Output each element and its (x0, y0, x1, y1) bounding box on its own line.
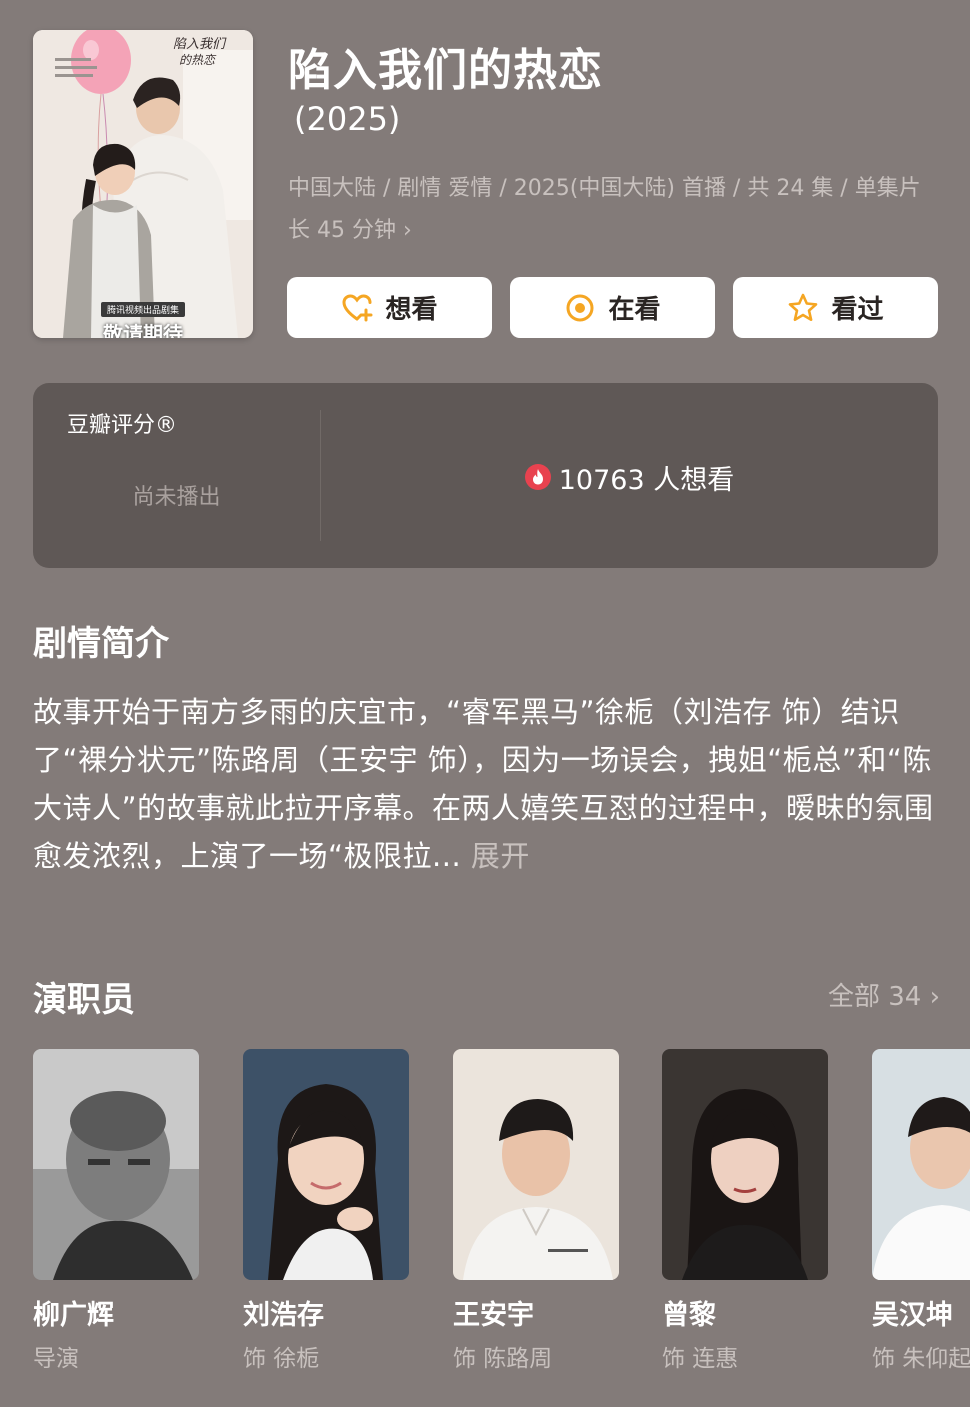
cast-all-link[interactable]: 全部 34 › (828, 976, 940, 1013)
cast-name: 曾黎 (662, 1300, 716, 1331)
cast-member[interactable]: 柳广辉 导演 (33, 1049, 199, 1372)
action-buttons: 想看 在看 看过 (287, 277, 938, 338)
fire-icon (524, 464, 551, 490)
cast-role: 饰 朱仰起 (872, 1346, 970, 1372)
poster-caption-big: 敬请期待 (103, 322, 183, 338)
watched-label: 看过 (831, 295, 884, 325)
poster-caption: 腾讯视频出品剧集 敬请期待 (33, 298, 253, 338)
want-to-watch-label: 想看 (385, 295, 438, 325)
cast-name: 刘浩存 (243, 1300, 324, 1331)
drama-year: (2025) (294, 100, 401, 138)
poster-title-art: 陷入我们 (173, 37, 227, 52)
cast-member[interactable]: 刘浩存 饰 徐栀 (243, 1049, 409, 1372)
cast-role: 饰 连惠 (662, 1346, 739, 1372)
watching-label: 在看 (608, 295, 661, 325)
cast-role: 导演 (33, 1346, 79, 1372)
cast-photo (243, 1049, 409, 1280)
chevron-right-icon: › (402, 218, 412, 243)
heart-plus-icon (342, 293, 373, 321)
cast-member[interactable]: 曾黎 饰 连惠 (662, 1049, 828, 1372)
cast-photo (662, 1049, 828, 1280)
cast-title: 演职员 (33, 980, 135, 1020)
poster-caption-small: 腾讯视频出品剧集 (100, 302, 185, 317)
cast-photo (872, 1049, 970, 1280)
want-count-text: 10763 人想看 (558, 464, 735, 496)
watching-button[interactable]: 在看 (510, 277, 715, 338)
douban-rating-label: 豆瓣评分® (67, 413, 178, 438)
cast-photo (33, 1049, 199, 1280)
svg-text:的热恋: 的热恋 (179, 53, 217, 67)
expand-button[interactable]: 展开 (471, 839, 530, 873)
want-count: 10763 人想看 (321, 457, 938, 497)
target-circle-icon (566, 294, 594, 321)
watched-button[interactable]: 看过 (733, 277, 938, 338)
chevron-right-icon: › (929, 982, 940, 1012)
cast-name: 柳广辉 (33, 1300, 114, 1331)
meta-text: 中国大陆 / 剧情 爱情 / 2025(中国大陆) 首播 / 共 24 集 / … (288, 176, 921, 243)
synopsis-text: 故事开始于南方多雨的庆宜市，“睿军黑马”徐栀（刘浩存 饰）结识了“裸分状元”陈路… (33, 688, 943, 880)
poster-art: 陷入我们 的热恋 (33, 30, 253, 338)
star-icon (789, 293, 818, 321)
cast-member[interactable]: 王安宇 饰 陈路周 (453, 1049, 619, 1372)
poster-image[interactable]: 陷入我们 的热恋 腾讯视频出品剧集 敬请期待 (33, 30, 253, 338)
cast-name: 王安宇 (453, 1300, 534, 1331)
rating-card[interactable]: 豆瓣评分® 尚未播出 10763 人想看 (33, 383, 938, 568)
cast-all-label: 全部 34 (827, 982, 922, 1012)
want-to-watch-button[interactable]: 想看 (287, 277, 492, 338)
cast-photo (453, 1049, 619, 1280)
cast-role: 饰 陈路周 (453, 1346, 553, 1372)
cast-name: 吴汉坤 (872, 1300, 953, 1331)
cast-member[interactable]: 吴汉坤 饰 朱仰起 (872, 1049, 970, 1372)
cast-list: 柳广辉 导演 刘浩存 饰 徐栀 王安宇 饰 陈路周 曾黎 饰 连惠 吴汉坤 饰 … (33, 1049, 970, 1407)
synopsis-title: 剧情简介 (33, 624, 169, 664)
cast-role: 饰 徐栀 (243, 1346, 320, 1372)
drama-detail-page: 陷入我们 的热恋 腾讯视频出品剧集 敬请期待 陷入我们的热恋 (2025) 中国… (0, 0, 970, 1407)
drama-title: 陷入我们的热恋 (288, 45, 603, 96)
rating-status: 尚未播出 (132, 485, 221, 510)
drama-meta-info[interactable]: 中国大陆 / 剧情 爱情 / 2025(中国大陆) 首播 / 共 24 集 / … (288, 168, 938, 252)
